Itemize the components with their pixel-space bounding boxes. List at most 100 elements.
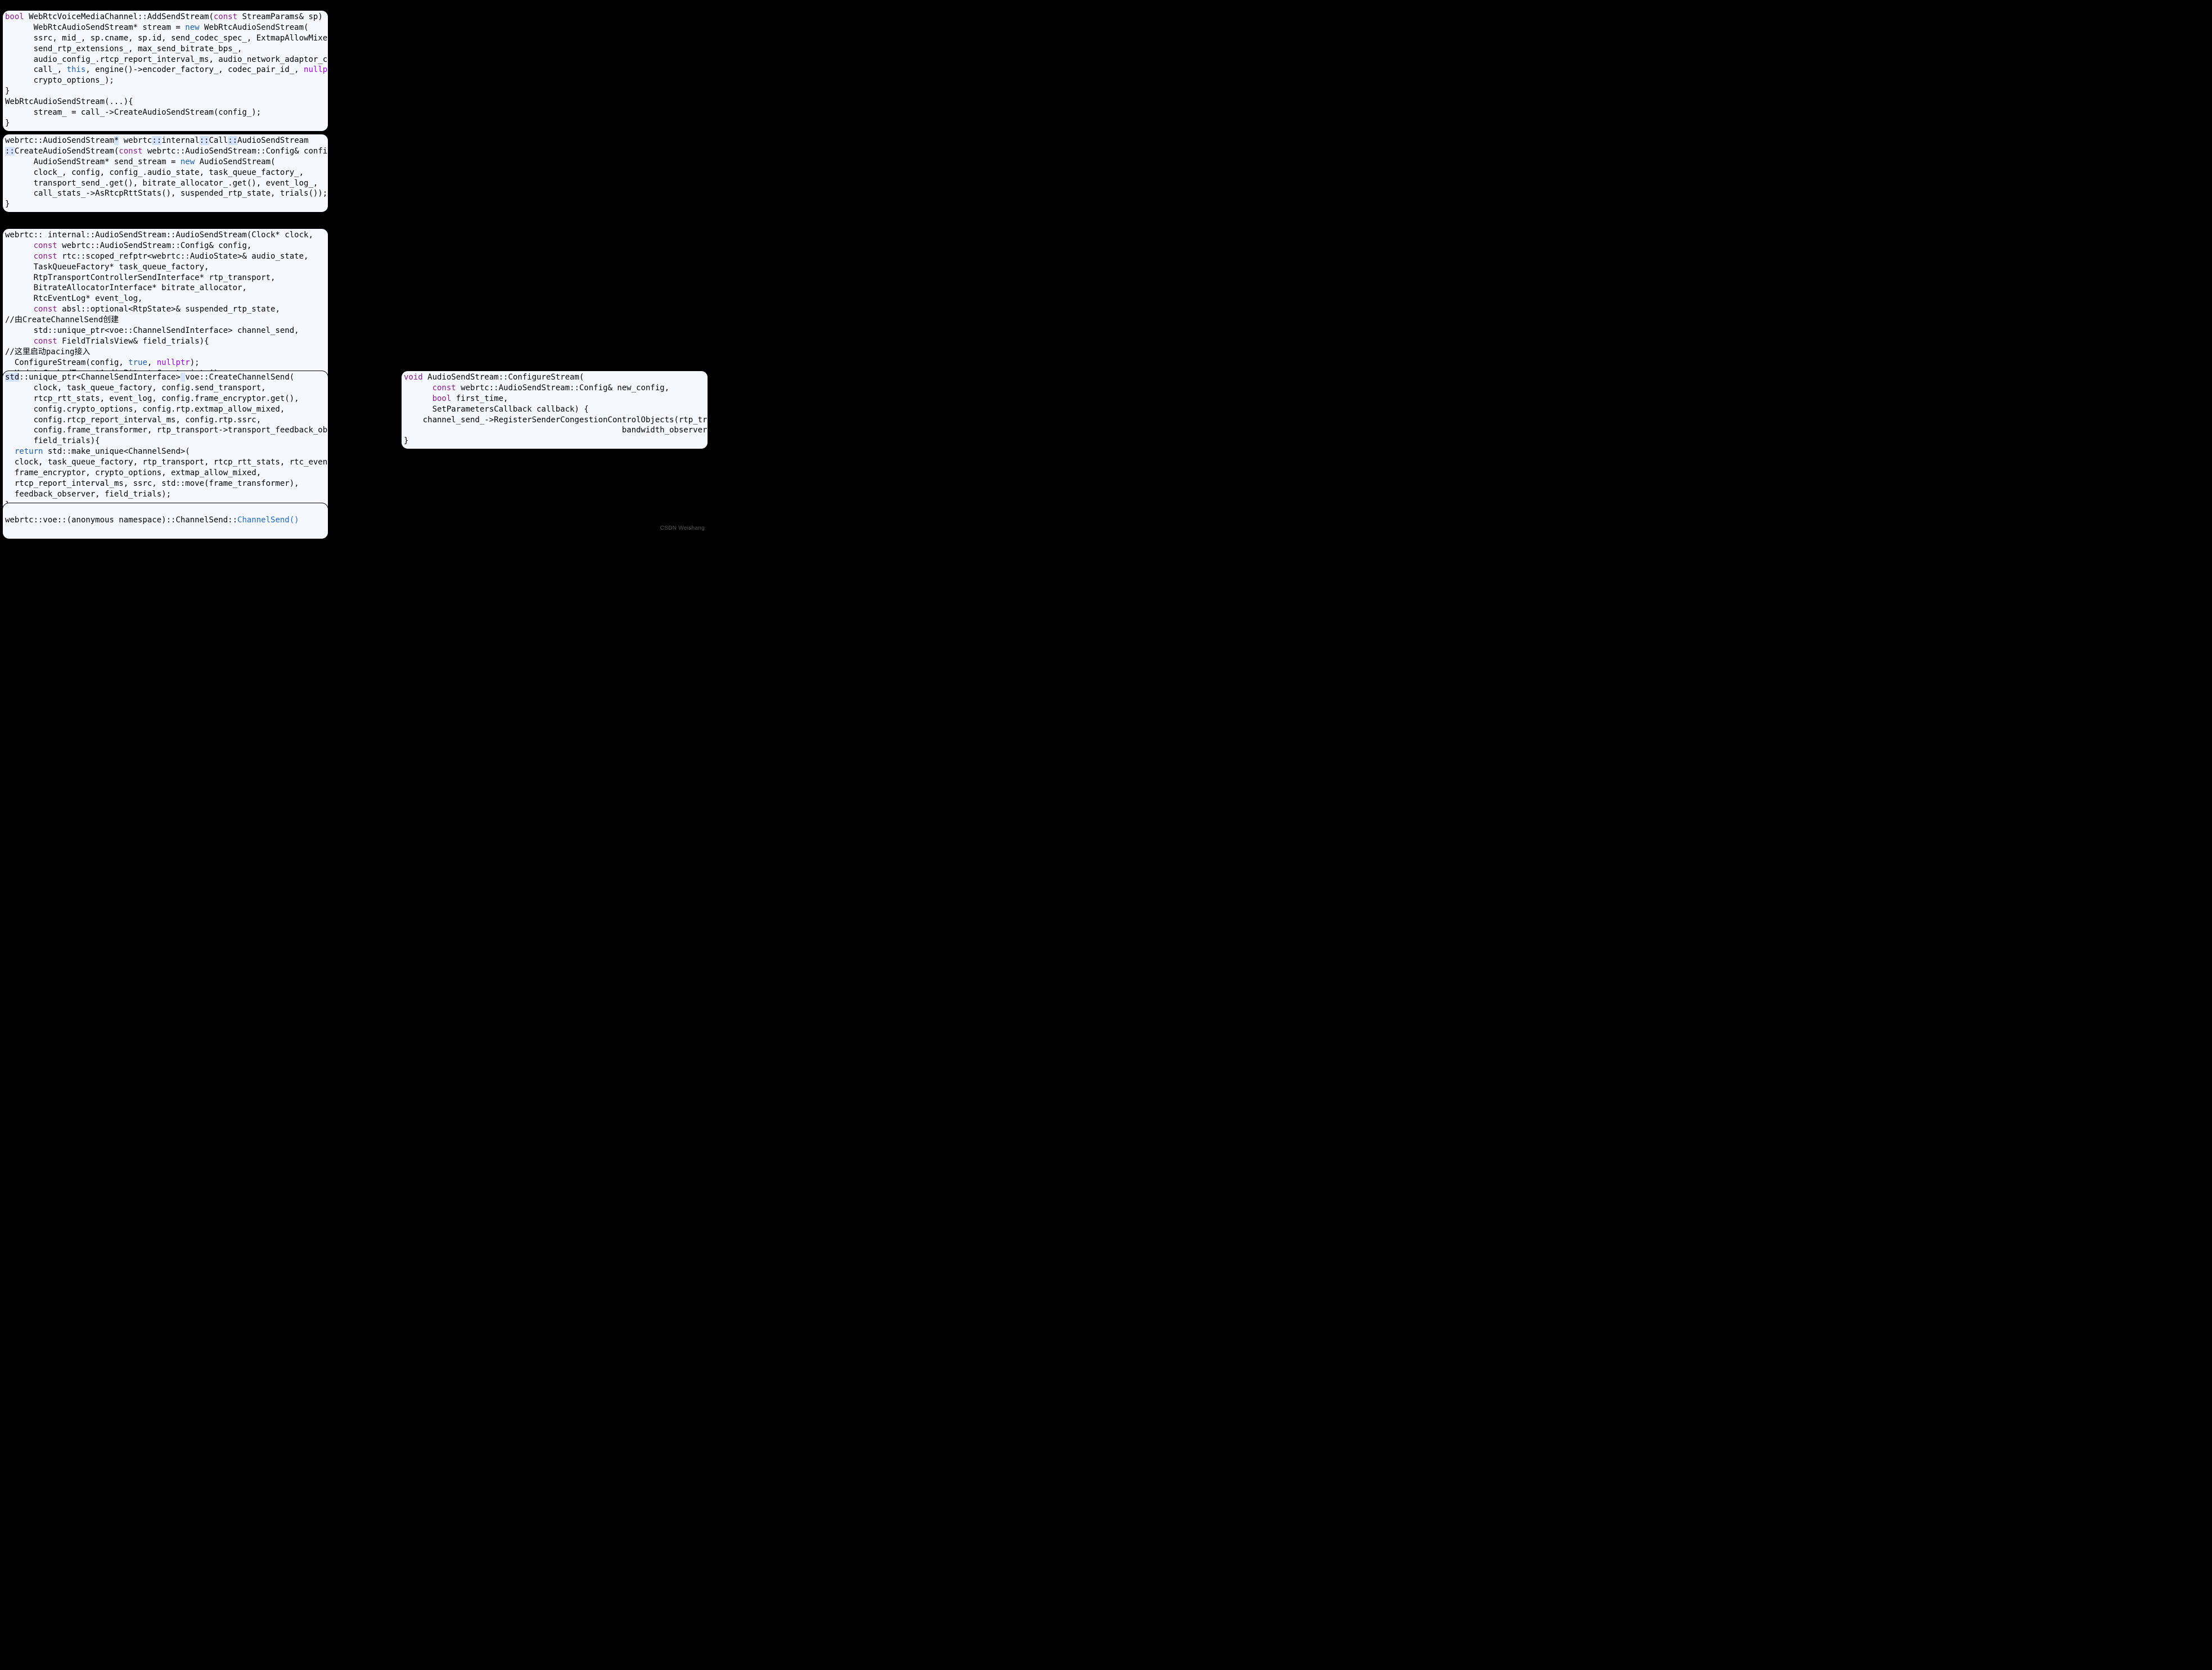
- code-token: RtpTransportControllerSendInterface* rtp…: [5, 273, 275, 282]
- code-token: ::: [200, 136, 209, 145]
- code-token: WebRtcVoiceMediaChannel::AddSendStream(: [24, 12, 214, 21]
- code-token: channel_send_->RegisterSenderCongestionC…: [404, 416, 708, 425]
- code-token: webrtc::AudioSendStream::Config& new_con…: [456, 383, 669, 392]
- code-box-configure-stream: void AudioSendStream::ConfigureStream( c…: [401, 371, 708, 449]
- code-token: , engine()->encoder_factory_, codec_pair…: [85, 65, 304, 74]
- code-token: SetParametersCallback callback) {: [404, 405, 589, 414]
- diagram-canvas: bool WebRtcVoiceMediaChannel::AddSendStr…: [0, 0, 709, 535]
- watermark: CSDN Weishang: [660, 525, 705, 532]
- code-token: config.crypto_options, config.rtp.extmap…: [5, 405, 285, 414]
- code-token: [404, 394, 433, 403]
- code-box-audio-send-stream-ctor: webrtc:: internal::AudioSendStream::Audi…: [2, 228, 328, 392]
- code-token: ::: [5, 147, 15, 156]
- code-token: clock, task_queue_factory, rtp_transport…: [5, 458, 328, 467]
- code-token: const: [34, 305, 57, 314]
- code-token: send_rtp_extensions_, max_send_bitrate_b…: [5, 44, 242, 53]
- code-token: std::unique_ptr<voe::ChannelSendInterfac…: [5, 326, 299, 335]
- code-token: clock, task_queue_factory, config.send_t…: [5, 383, 266, 392]
- code-token: config.rtcp_report_interval_ms, config.r…: [5, 416, 261, 425]
- code-token: transport_send_.get(), bitrate_allocator…: [5, 179, 318, 188]
- code-token: ::: [152, 136, 161, 145]
- code-token: frame_encryptor, crypto_options, extmap_…: [5, 468, 261, 477]
- code-token: nullptr: [157, 358, 190, 367]
- code-token: call_,: [5, 65, 67, 74]
- code-token: true: [128, 358, 147, 367]
- code-token: config.frame_transformer, rtp_transport-…: [5, 426, 328, 435]
- code-token: ::unique_ptr<ChannelSendInterface>: [19, 373, 181, 382]
- code-token: [5, 241, 34, 250]
- code-token: TaskQueueFactory* task_queue_factory,: [5, 263, 209, 272]
- code-token: BitrateAllocatorInterface* bitrate_alloc…: [5, 283, 247, 292]
- code-token: ChannelSend(): [237, 516, 299, 525]
- code-token: call_stats_->AsRtcpRttStats(), suspended…: [5, 189, 327, 198]
- code-box-add-send-stream: bool WebRtcVoiceMediaChannel::AddSendStr…: [2, 10, 328, 132]
- code-token: webrtc::AudioSendStream::Config& config)…: [142, 147, 328, 156]
- code-token: webrtc::AudioSendStream: [5, 136, 114, 145]
- code-token: const: [433, 383, 456, 392]
- code-token: }: [5, 200, 10, 209]
- code-token: WebRtcAudioSendStream(...){: [5, 97, 133, 106]
- code-token: new: [181, 157, 195, 166]
- code-token: RtcEventLog* event_log,: [5, 294, 142, 303]
- code-token: voe::CreateChannelSend(: [185, 373, 294, 382]
- code-token: absl::optional<RtpState>& suspended_rtp_…: [57, 305, 280, 314]
- code-box-create-channel-send: std::unique_ptr<ChannelSendInterface> vo…: [2, 371, 328, 513]
- code-token: AudioSendStream* send_stream =: [5, 157, 181, 166]
- code-token: rtcp_report_interval_ms, ssrc, std::move…: [5, 479, 299, 488]
- code-token: );: [190, 358, 200, 367]
- code-token: CreateAudioSendStream(: [15, 147, 119, 156]
- code-token: const: [34, 241, 57, 250]
- code-token: const: [214, 12, 237, 21]
- code-token: webrtc::voe::(anonymous namespace)::Chan…: [5, 516, 237, 525]
- code-token: std::make_unique<ChannelSend>(: [43, 447, 190, 456]
- code-token: [5, 252, 34, 261]
- code-token: //由CreateChannelSend创建: [5, 315, 119, 324]
- code-token: [5, 526, 10, 535]
- code-token: void: [404, 373, 423, 382]
- code-token: new: [185, 23, 199, 32]
- code-token: AudioSendStream::ConfigureStream(: [423, 373, 584, 382]
- code-token: bool: [5, 12, 24, 21]
- code-token: const: [34, 252, 57, 261]
- code-token: audio_config_.rtcp_report_interval_ms, a…: [5, 55, 328, 64]
- code-token: feedback_observer, field_trials);: [5, 490, 171, 499]
- code-token: const: [119, 147, 142, 156]
- code-token: AudioSendStream(: [195, 157, 275, 166]
- code-token: ConfigureStream(config,: [5, 358, 128, 367]
- code-token: WebRtcAudioSendStream(: [200, 23, 309, 32]
- code-token: AudioSendStream: [237, 136, 308, 145]
- code-token: field_trials){: [5, 436, 100, 445]
- code-token: bandwidth_observer);: [404, 426, 708, 435]
- code-token: rtc::scoped_refptr<webrtc::AudioState>& …: [57, 252, 309, 261]
- code-token: bool: [433, 394, 452, 403]
- code-token: clock_, config, config_.audio_state, tas…: [5, 168, 304, 177]
- code-token: const: [34, 337, 57, 346]
- code-box-create-audio-send-stream: webrtc::AudioSendStream* webrtc::interna…: [2, 134, 328, 213]
- code-token: std: [5, 373, 19, 382]
- code-token: rtcp_rtt_stats, event_log, config.frame_…: [5, 394, 299, 403]
- code-token: WebRtcAudioSendStream* stream =: [5, 23, 185, 32]
- code-token: nullptr: [304, 65, 328, 74]
- code-token: stream_ = call_->CreateAudioSendStream(c…: [5, 108, 261, 117]
- code-token: webrtc::AudioSendStream::Config& config,: [57, 241, 252, 250]
- code-token: }: [5, 87, 10, 96]
- code-token: }: [404, 436, 408, 445]
- code-token: Call: [209, 136, 228, 145]
- code-token: first_time,: [451, 394, 508, 403]
- code-token: //这里启动pacing接入: [5, 347, 90, 356]
- code-token: ssrc, mid_, sp.cname, sp.id, send_codec_…: [5, 34, 328, 43]
- code-token: [5, 305, 34, 314]
- code-token: return: [15, 447, 43, 456]
- code-box-channel-send-ctor: webrtc::voe::(anonymous namespace)::Chan…: [2, 503, 328, 539]
- code-token: [5, 447, 15, 456]
- code-token: webrtc: [119, 136, 152, 145]
- code-token: ::: [228, 136, 237, 145]
- code-token: this: [67, 65, 86, 74]
- code-token: [404, 383, 433, 392]
- code-token: FieldTrialsView& field_trials){: [57, 337, 209, 346]
- code-token: StreamParams& sp) {: [237, 12, 328, 21]
- code-token: crypto_options_);: [5, 76, 114, 85]
- code-token: }: [5, 119, 10, 128]
- code-token: internal: [161, 136, 199, 145]
- code-token: [5, 337, 34, 346]
